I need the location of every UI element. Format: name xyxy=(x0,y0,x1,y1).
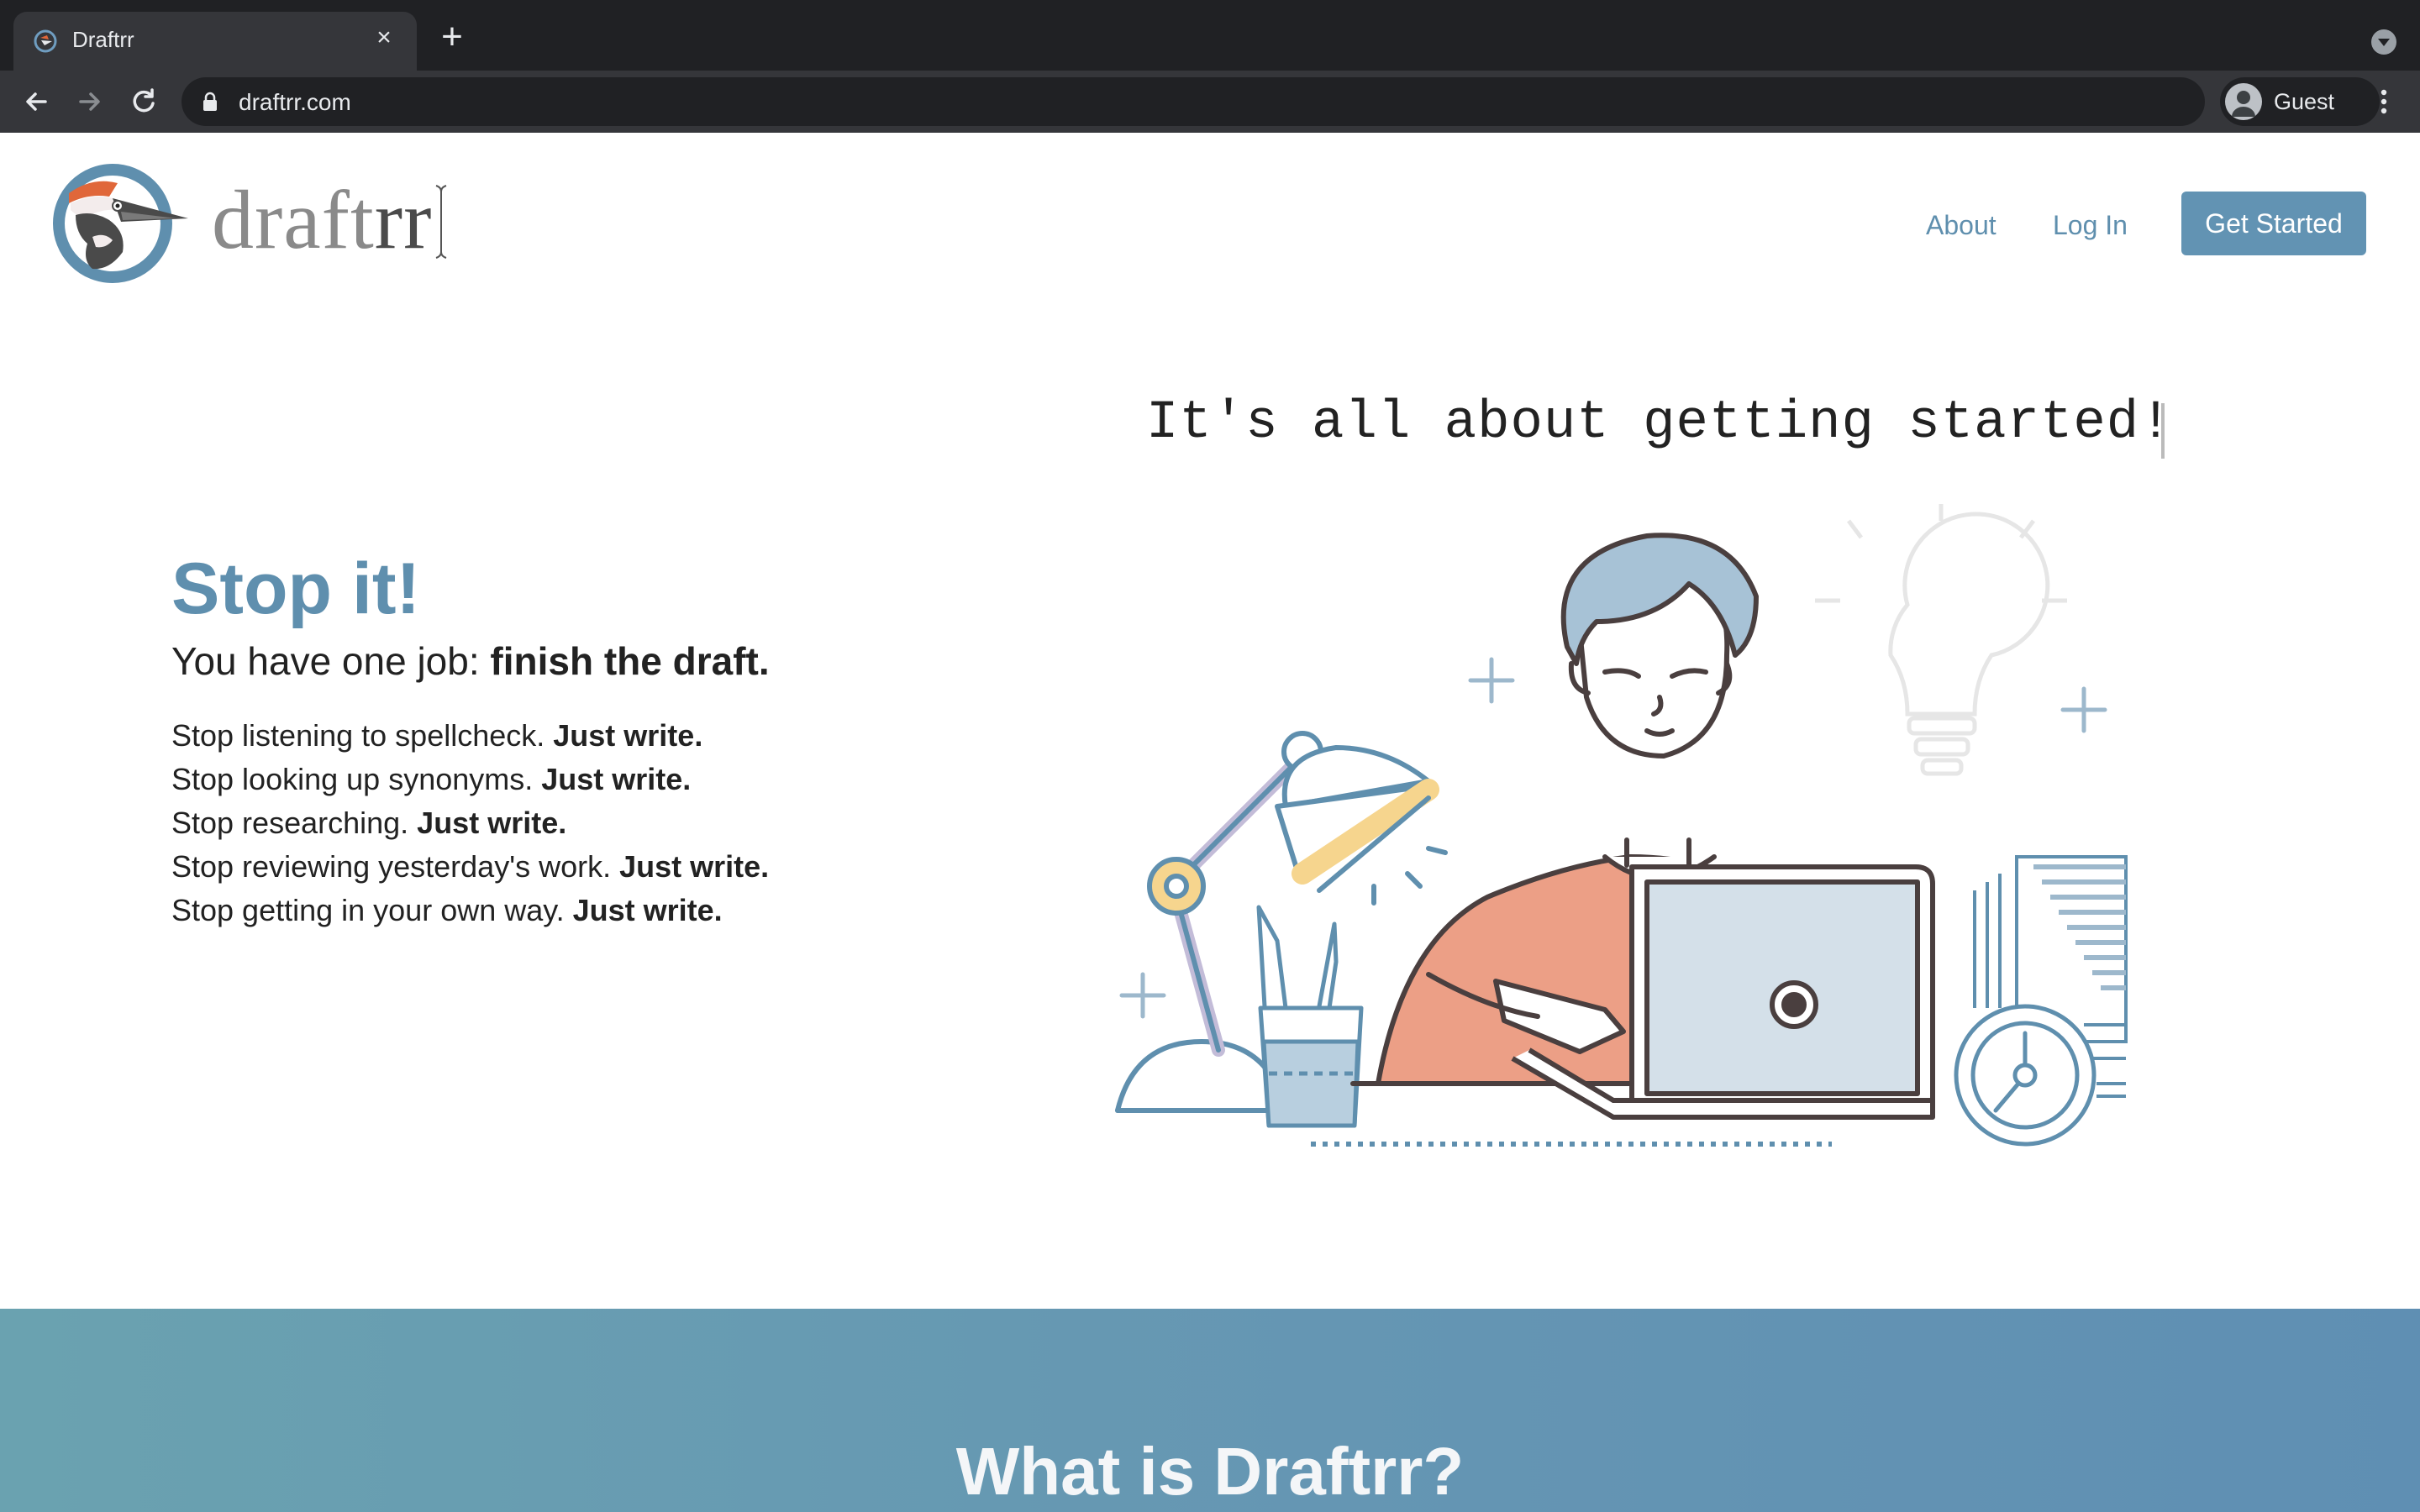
list-item-bold: Just write. xyxy=(619,849,770,884)
list-item-text: Stop reviewing yesterday's work. xyxy=(171,849,620,884)
list-item-bold: Just write. xyxy=(572,893,723,927)
hero-illustration xyxy=(1115,504,2128,1147)
list-item: Stop getting in your own way. Just write… xyxy=(171,889,769,932)
hero-subtitle-prefix: You have one job: xyxy=(171,639,491,683)
kebab-menu-icon[interactable] xyxy=(2371,84,2396,119)
logo-text-light: draft xyxy=(212,173,375,266)
list-item: Stop listening to spellcheck. Just write… xyxy=(171,714,769,758)
plus-icon[interactable]: + xyxy=(435,18,469,55)
back-arrow-icon[interactable] xyxy=(18,84,54,119)
site-header: draftrr About Log In Get Started xyxy=(0,133,2420,301)
list-item: Stop researching. Just write. xyxy=(171,801,769,845)
browser-tab[interactable]: Draftrr × xyxy=(13,12,417,71)
favicon-icon xyxy=(34,29,57,53)
logo-wordmark[interactable]: draftrr xyxy=(212,171,432,268)
clock-icon xyxy=(1954,1004,2096,1147)
reload-icon[interactable] xyxy=(126,84,161,119)
browser-toolbar: draftrr.com Guest xyxy=(0,71,2420,133)
lock-icon xyxy=(203,92,217,111)
hero-subtitle: You have one job: finish the draft. xyxy=(171,638,770,684)
close-icon[interactable]: × xyxy=(370,24,398,52)
hero-subtitle-bold: finish the draft. xyxy=(490,639,770,683)
list-item: Stop looking up synonyms. Just write. xyxy=(171,758,769,801)
browser-tab-strip: Draftrr × + xyxy=(0,0,2420,71)
forward-arrow-icon[interactable] xyxy=(72,84,108,119)
hero-list: Stop listening to spellcheck. Just write… xyxy=(171,714,769,932)
tab-title: Draftrr xyxy=(72,27,134,52)
woodpecker-logo-icon[interactable] xyxy=(50,160,192,284)
what-is-section: What is Draftrr? xyxy=(0,1309,2420,1512)
list-item-bold: Just write. xyxy=(417,806,567,840)
section-title: What is Draftrr? xyxy=(955,1434,1465,1509)
url-text: draftrr.com xyxy=(239,89,351,115)
lightbulb-icon xyxy=(1815,504,2067,776)
profile-button[interactable]: Guest xyxy=(2220,77,2380,126)
list-item-text: Stop getting in your own way. xyxy=(171,893,573,927)
address-bar[interactable]: draftrr.com xyxy=(182,77,2205,126)
text-cursor-icon xyxy=(435,185,447,259)
get-started-button[interactable]: Get Started xyxy=(2181,192,2366,255)
list-item-text: Stop listening to spellcheck. xyxy=(171,718,554,753)
pencil-cup-icon xyxy=(1256,905,1364,1128)
profile-name: Guest xyxy=(2274,89,2335,114)
typing-caret xyxy=(2161,403,2165,459)
list-item-bold: Just write. xyxy=(541,762,692,796)
hero-title: Stop it! xyxy=(171,549,421,629)
hero-tagline: It's all about getting started! xyxy=(1146,393,2173,454)
list-item: Stop reviewing yesterday's work. Just wr… xyxy=(171,845,769,889)
nav-about-link[interactable]: About xyxy=(1926,210,1996,241)
list-item-text: Stop looking up synonyms. xyxy=(171,762,542,796)
nav-login-link[interactable]: Log In xyxy=(2053,210,2128,241)
logo-text-dark: rr xyxy=(374,173,433,266)
list-item-bold: Just write. xyxy=(553,718,703,753)
list-item-text: Stop researching. xyxy=(171,806,418,840)
tab-search-icon[interactable] xyxy=(2371,29,2396,55)
profile-avatar-icon xyxy=(2225,83,2262,120)
